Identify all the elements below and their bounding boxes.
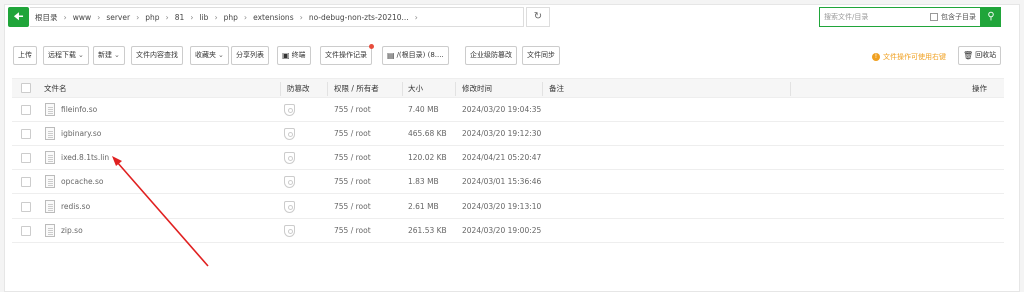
checkbox[interactable] [930, 13, 938, 21]
crumb-current[interactable]: no-debug-non-zts-20210... › [309, 13, 424, 22]
file-perm[interactable]: 755 / root [334, 195, 371, 219]
file-perm[interactable]: 755 / root [334, 219, 371, 243]
file-mtime: 2024/03/20 19:12:30 [462, 129, 542, 138]
row-checkbox[interactable] [21, 202, 31, 212]
shield-icon[interactable] [284, 176, 295, 188]
refresh-button[interactable]: ↻ [526, 7, 550, 27]
file-mtime: 2024/03/20 19:13:10 [462, 202, 542, 211]
table-row[interactable]: redis.so 755 / root 2.61 MB 2024/03/20 1… [12, 195, 1004, 219]
file-size: 7.40 MB [408, 105, 439, 114]
file-perm[interactable]: 755 / root [334, 146, 371, 170]
crumb-php[interactable]: php › [145, 13, 174, 22]
op-log-button[interactable]: 文件操作记录 [320, 44, 374, 65]
disk-icon: ▤ [387, 51, 395, 60]
row-checkbox[interactable] [21, 105, 31, 115]
favorites-button[interactable]: 收藏夹 ⌄ [190, 46, 229, 65]
file-icon [45, 127, 55, 140]
refresh-icon: ↻ [533, 11, 543, 22]
crumb-server[interactable]: server › [106, 13, 145, 22]
file-size: 261.53 KB [408, 226, 447, 235]
back-button[interactable]: 🠈 [8, 7, 29, 27]
sync-button[interactable]: 文件同步 [522, 46, 560, 65]
include-subdir-label: 包含子目录 [941, 13, 976, 21]
trash-icon: 🗑 [963, 51, 974, 60]
file-perm[interactable]: 755 / root [334, 98, 371, 122]
table-row[interactable]: igbinary.so 755 / root 465.68 KB 2024/03… [12, 122, 1004, 146]
crumb-root[interactable]: 根目录 › [35, 12, 73, 23]
col-name[interactable]: 文件名 [44, 79, 67, 99]
col-note: 备注 [549, 84, 564, 93]
search-button[interactable]: ⚲ [981, 7, 1001, 27]
remote-download-button[interactable]: 远程下载 ⌄ [43, 46, 89, 65]
col-size[interactable]: 大小 [408, 79, 423, 99]
search-input[interactable]: 搜索文件/目录 [824, 12, 930, 22]
info-icon: ! [872, 53, 880, 61]
right-click-hint: ! 文件操作可使用右键 [872, 52, 946, 62]
row-checkbox[interactable] [21, 177, 31, 187]
search-box[interactable]: 搜索文件/目录 包含子目录 [819, 7, 981, 27]
table-row[interactable]: opcache.so 755 / root 1.83 MB 2024/03/01… [12, 170, 1004, 194]
crumb-www[interactable]: www › [73, 13, 107, 22]
chevron-down-icon: ⌄ [218, 51, 224, 59]
file-name[interactable]: ixed.8.1ts.lin [61, 146, 109, 170]
new-button[interactable]: 新建 ⌄ [93, 46, 125, 65]
file-icon [45, 175, 55, 188]
col-perm[interactable]: 权限 / 所有者 [334, 79, 379, 99]
file-size: 120.02 KB [408, 153, 447, 162]
arrow-left-icon: 🠈 [13, 10, 24, 23]
breadcrumb[interactable]: 根目录 › www › server › php › 81 › lib › php › ext… [30, 7, 524, 27]
table-header: 文件名 防篡改 权限 / 所有者 大小 修改时间 备注 操作 [12, 78, 1004, 98]
row-checkbox[interactable] [21, 226, 31, 236]
shield-icon[interactable] [284, 128, 295, 140]
file-name[interactable]: zip.so [61, 219, 83, 243]
col-ops: 操作 [972, 84, 987, 93]
file-name[interactable]: opcache.so [61, 170, 103, 194]
terminal-icon: ▣ [282, 51, 290, 60]
chevron-down-icon: ⌄ [78, 51, 84, 59]
file-icon [45, 151, 55, 164]
col-mtime[interactable]: 修改时间 [462, 79, 492, 99]
col-tamper[interactable]: 防篡改 [287, 79, 310, 99]
file-size: 2.61 MB [408, 202, 439, 211]
include-subdir-checkbox[interactable]: 包含子目录 [930, 12, 976, 22]
table-row[interactable]: fileinfo.so 755 / root 7.40 MB 2024/03/2… [12, 98, 1004, 122]
file-name[interactable]: igbinary.so [61, 122, 101, 146]
chevron-down-icon: ⌄ [114, 51, 120, 59]
shield-icon[interactable] [284, 152, 295, 164]
file-mtime: 2024/03/01 15:36:46 [462, 177, 542, 186]
file-mtime: 2024/04/21 05:20:47 [462, 153, 542, 162]
recycle-bin-button[interactable]: 🗑 回收站 [958, 46, 1002, 65]
notification-dot [369, 44, 374, 49]
shield-icon[interactable] [284, 104, 295, 116]
crumb-php-2[interactable]: php › [224, 13, 253, 22]
search-icon: ⚲ [987, 11, 995, 22]
file-icon [45, 200, 55, 213]
crumb-lib[interactable]: lib › [200, 13, 224, 22]
share-list-button[interactable]: 分享列表 [231, 46, 269, 65]
file-perm[interactable]: 755 / root [334, 122, 371, 146]
row-checkbox[interactable] [21, 129, 31, 139]
table-row[interactable]: ixed.8.1ts.lin 755 / root 120.02 KB 2024… [12, 146, 1004, 170]
file-mtime: 2024/03/20 19:04:35 [462, 105, 542, 114]
file-size: 1.83 MB [408, 177, 439, 186]
upload-button[interactable]: 上传 [13, 46, 37, 65]
select-all-checkbox[interactable] [21, 83, 31, 93]
row-checkbox[interactable] [21, 153, 31, 163]
shield-icon[interactable] [284, 225, 295, 237]
file-perm[interactable]: 755 / root [334, 170, 371, 194]
crumb-extensions[interactable]: extensions › [253, 13, 309, 22]
file-icon [45, 224, 55, 237]
disk-button[interactable]: ▤/(根目录) (8.... [382, 46, 449, 65]
file-size: 465.68 KB [408, 129, 447, 138]
file-name[interactable]: redis.so [61, 195, 90, 219]
file-icon [45, 103, 55, 116]
crumb-81[interactable]: 81 › [175, 13, 200, 22]
content-search-button[interactable]: 文件内容查找 [131, 46, 183, 65]
table-row[interactable]: zip.so 755 / root 261.53 KB 2024/03/20 1… [12, 219, 1004, 243]
shield-icon[interactable] [284, 201, 295, 213]
tamper-button[interactable]: 企业级防篡改 [465, 46, 517, 65]
terminal-button[interactable]: ▣ 终端 [277, 46, 311, 65]
file-name[interactable]: fileinfo.so [61, 98, 97, 122]
file-mtime: 2024/03/20 19:00:25 [462, 226, 542, 235]
